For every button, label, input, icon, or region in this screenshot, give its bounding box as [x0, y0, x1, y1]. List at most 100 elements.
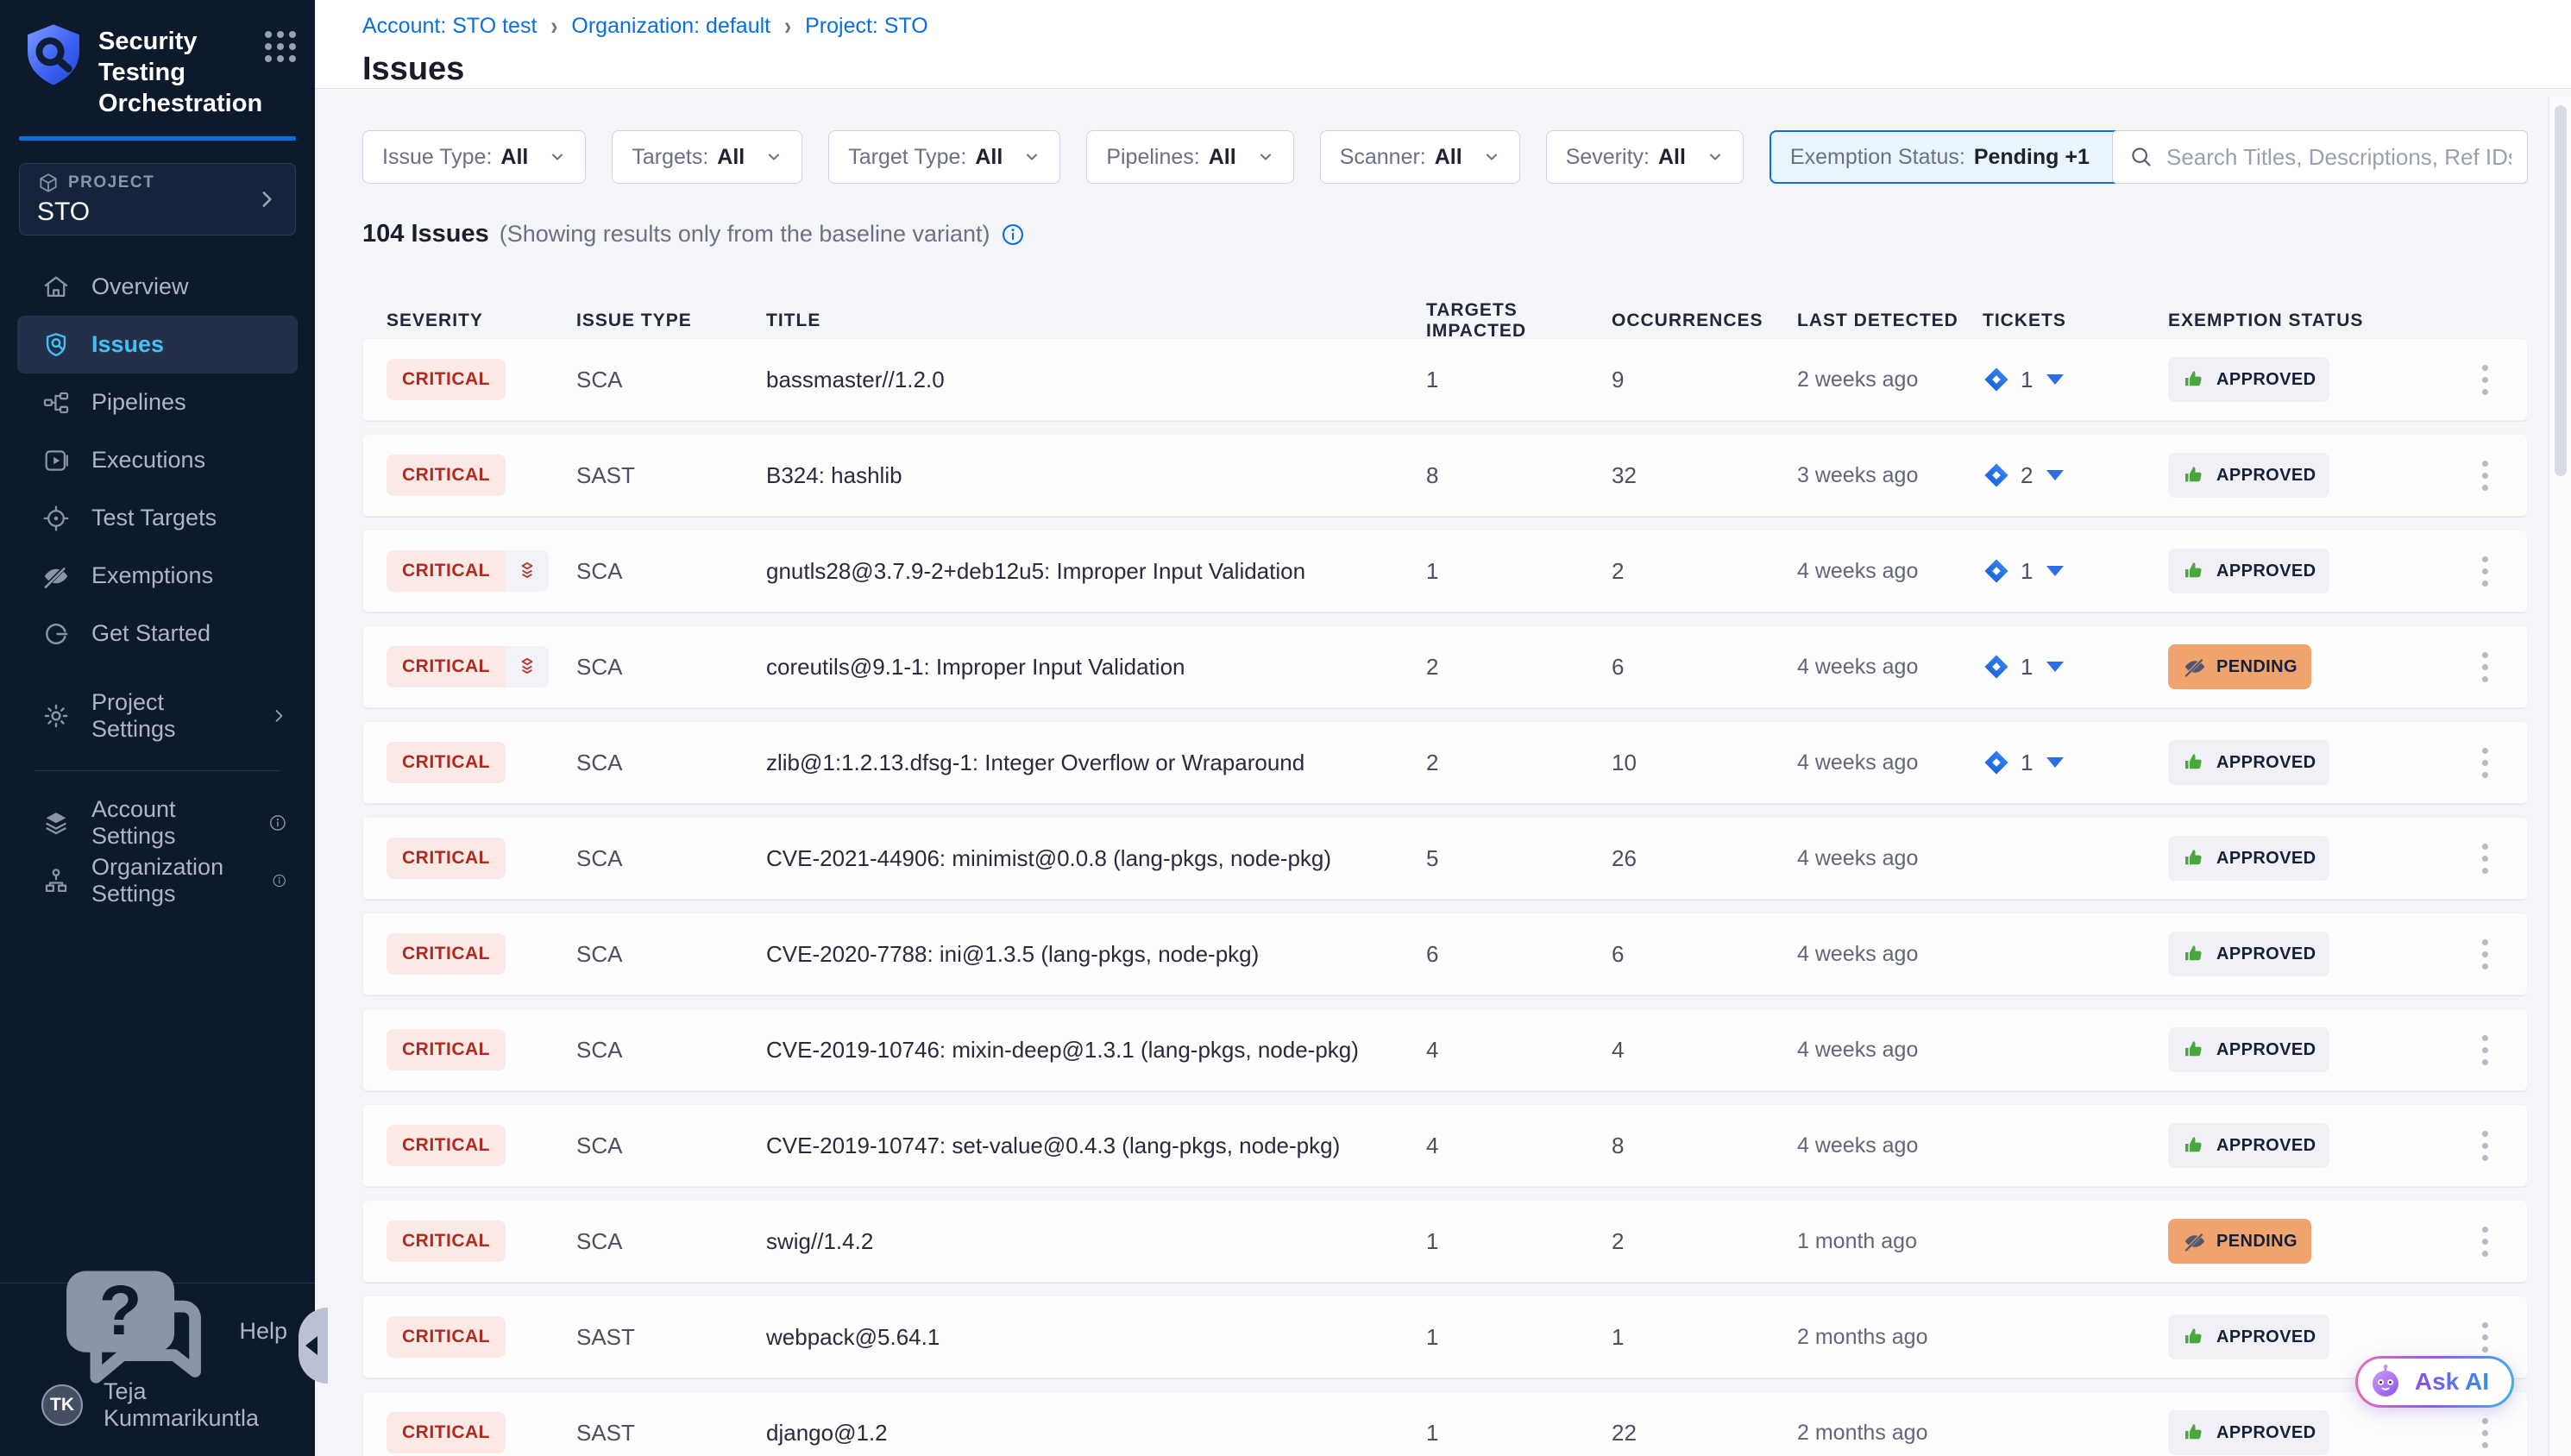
issue-title[interactable]: webpack@5.64.1: [766, 1324, 1426, 1351]
severity-badge: CRITICAL: [387, 359, 506, 400]
table-row[interactable]: CRITICAL SCA CVE-2020-7788: ini@1.3.5 (l…: [362, 913, 2528, 995]
row-menu-button[interactable]: [2467, 1214, 2504, 1269]
org-gear-icon: [41, 866, 71, 895]
sidebar-item-overview[interactable]: Overview: [17, 258, 298, 316]
ticket-caret-icon[interactable]: [2046, 374, 2064, 385]
sidebar-item-account-settings[interactable]: Account Settings: [17, 794, 298, 851]
ticket-count: 2: [2021, 462, 2033, 489]
ask-ai-button[interactable]: Ask AI: [2355, 1356, 2514, 1408]
row-menu-button[interactable]: [2467, 449, 2504, 503]
scrollbar-track[interactable]: [2549, 97, 2571, 1456]
breadcrumb-separator: ›: [784, 11, 791, 41]
sidebar-item-get-started[interactable]: Get Started: [17, 605, 298, 662]
breadcrumb-project-link[interactable]: Project: STO: [805, 14, 928, 39]
row-menu-button[interactable]: [2467, 353, 2504, 407]
sidebar-item-executions[interactable]: Executions: [17, 431, 298, 489]
sidebar-item-issues[interactable]: Issues: [17, 316, 298, 373]
exemption-status-badge: APPROVED: [2168, 1123, 2329, 1168]
issue-type: SCA: [576, 1133, 766, 1159]
sidebar-item-test-targets[interactable]: Test Targets: [17, 489, 298, 547]
issue-title[interactable]: zlib@1:1.2.13.dfsg-1: Integer Overflow o…: [766, 750, 1426, 776]
issue-title[interactable]: swig//1.4.2: [766, 1228, 1426, 1255]
table-row[interactable]: CRITICAL SCA CVE-2021-44906: minimist@0.…: [362, 817, 2528, 900]
issue-title[interactable]: coreutils@9.1-1: Improper Input Validati…: [766, 654, 1426, 681]
gear-icon: [41, 701, 71, 731]
breadcrumb-account-link[interactable]: Account: STO test: [362, 14, 537, 39]
project-selector[interactable]: PROJECT STO: [19, 163, 296, 235]
filter-exemption-status[interactable]: Exemption Status: Pending +1: [1770, 130, 2148, 184]
table-row[interactable]: CRITICAL SCA CVE-2019-10746: mixin-deep@…: [362, 1008, 2528, 1091]
info-icon[interactable]: [1001, 223, 1025, 247]
scrollbar-thumb[interactable]: [2555, 105, 2567, 476]
ticket-caret-icon[interactable]: [2046, 757, 2064, 768]
issue-title[interactable]: gnutls28@3.7.9-2+deb12u5: Improper Input…: [766, 558, 1426, 585]
col-issue-type: ISSUE TYPE: [576, 311, 766, 331]
severity-badge: CRITICAL: [387, 455, 506, 496]
table-row[interactable]: CRITICAL SCA coreutils@9.1-1: Improper I…: [362, 625, 2528, 708]
chevron-down-icon: [1707, 148, 1724, 166]
app-window: Security Testing Orchestration PROJECT S…: [0, 0, 2571, 1456]
row-menu-button[interactable]: [2467, 832, 2504, 886]
severity-label: CRITICAL: [387, 455, 506, 496]
sidebar-item-exemptions[interactable]: Exemptions: [17, 547, 298, 605]
row-menu-button[interactable]: [2467, 640, 2504, 694]
severity-label: CRITICAL: [387, 646, 506, 687]
help-button[interactable]: ? Help: [17, 1302, 298, 1360]
row-menu-button[interactable]: [2467, 544, 2504, 599]
exemption-status-badge: PENDING: [2168, 644, 2311, 689]
app-switcher-icon[interactable]: [265, 31, 296, 62]
issue-title[interactable]: CVE-2019-10746: mixin-deep@1.3.1 (lang-p…: [766, 1037, 1426, 1064]
targets-impacted: 6: [1426, 941, 1612, 968]
sidebar-item-pipelines[interactable]: Pipelines: [17, 373, 298, 431]
severity-badge: CRITICAL: [387, 550, 549, 592]
filter-issue-type[interactable]: Issue Type: All: [362, 130, 586, 184]
filter-severity[interactable]: Severity: All: [1546, 130, 1744, 184]
occurrences: 8: [1612, 1133, 1797, 1159]
issue-title[interactable]: CVE-2020-7788: ini@1.3.5 (lang-pkgs, nod…: [766, 941, 1426, 968]
ticket-caret-icon[interactable]: [2046, 566, 2064, 576]
table-row[interactable]: CRITICAL SAST webpack@5.64.1 1 1 2 month…: [362, 1296, 2528, 1378]
row-menu-button[interactable]: [2467, 927, 2504, 982]
row-menu-button[interactable]: [2467, 1119, 2504, 1173]
filter-target-type[interactable]: Target Type: All: [828, 130, 1060, 184]
exemption-status-label: APPROVED: [2216, 1423, 2316, 1443]
exemption-status-label: APPROVED: [2216, 753, 2316, 773]
table-row[interactable]: CRITICAL SCA CVE-2019-10747: set-value@0…: [362, 1104, 2528, 1187]
get-started-icon: [41, 619, 71, 649]
ticket-caret-icon[interactable]: [2046, 662, 2064, 672]
filter-targets[interactable]: Targets: All: [612, 130, 802, 184]
issue-title[interactable]: bassmaster//1.2.0: [766, 367, 1426, 393]
breadcrumb-organization-link[interactable]: Organization: default: [571, 14, 770, 39]
table-row[interactable]: CRITICAL SCA gnutls28@3.7.9-2+deb12u5: I…: [362, 530, 2528, 612]
ticket-caret-icon[interactable]: [2046, 470, 2064, 480]
user-menu[interactable]: TK Teja Kummarikuntla: [17, 1376, 298, 1434]
severity-label: CRITICAL: [387, 359, 506, 400]
row-menu-button[interactable]: [2467, 1023, 2504, 1077]
filter-pipelines[interactable]: Pipelines: All: [1086, 130, 1293, 184]
filter-scanner[interactable]: Scanner: All: [1320, 130, 1520, 184]
table-row[interactable]: CRITICAL SAST B324: hashlib 8 32 3 weeks…: [362, 434, 2528, 517]
col-severity: SEVERITY: [387, 311, 576, 331]
ask-ai-label: Ask AI: [2415, 1368, 2489, 1396]
table-row[interactable]: CRITICAL SCA swig//1.4.2 1 2 1 month ago…: [362, 1200, 2528, 1283]
sidebar-item-project-settings[interactable]: Project Settings: [17, 687, 298, 744]
last-detected: 1 month ago: [1797, 1229, 1983, 1254]
search-input[interactable]: [2166, 144, 2511, 171]
targets-impacted: 1: [1426, 1420, 1612, 1447]
info-icon: [268, 811, 287, 835]
occurrences: 32: [1612, 462, 1797, 489]
severity-label: CRITICAL: [387, 550, 506, 592]
table-row[interactable]: CRITICAL SAST django@1.2 1 22 2 months a…: [362, 1391, 2528, 1456]
search-box: [2112, 130, 2528, 184]
table-row[interactable]: CRITICAL SCA zlib@1:1.2.13.dfsg-1: Integ…: [362, 721, 2528, 804]
issue-title[interactable]: CVE-2021-44906: minimist@0.0.8 (lang-pkg…: [766, 845, 1426, 872]
issue-title[interactable]: B324: hashlib: [766, 462, 1426, 489]
sidebar-item-organization-settings[interactable]: Organization Settings: [17, 851, 298, 909]
issue-title[interactable]: django@1.2: [766, 1420, 1426, 1447]
table-row[interactable]: CRITICAL SCA bassmaster//1.2.0 1 9 2 wee…: [362, 338, 2528, 421]
row-menu-button[interactable]: [2467, 1406, 2504, 1456]
row-menu-button[interactable]: [2467, 736, 2504, 790]
issue-title[interactable]: CVE-2019-10747: set-value@0.4.3 (lang-pk…: [766, 1133, 1426, 1159]
avatar: TK: [41, 1384, 83, 1426]
severity-badge: CRITICAL: [387, 1412, 506, 1453]
